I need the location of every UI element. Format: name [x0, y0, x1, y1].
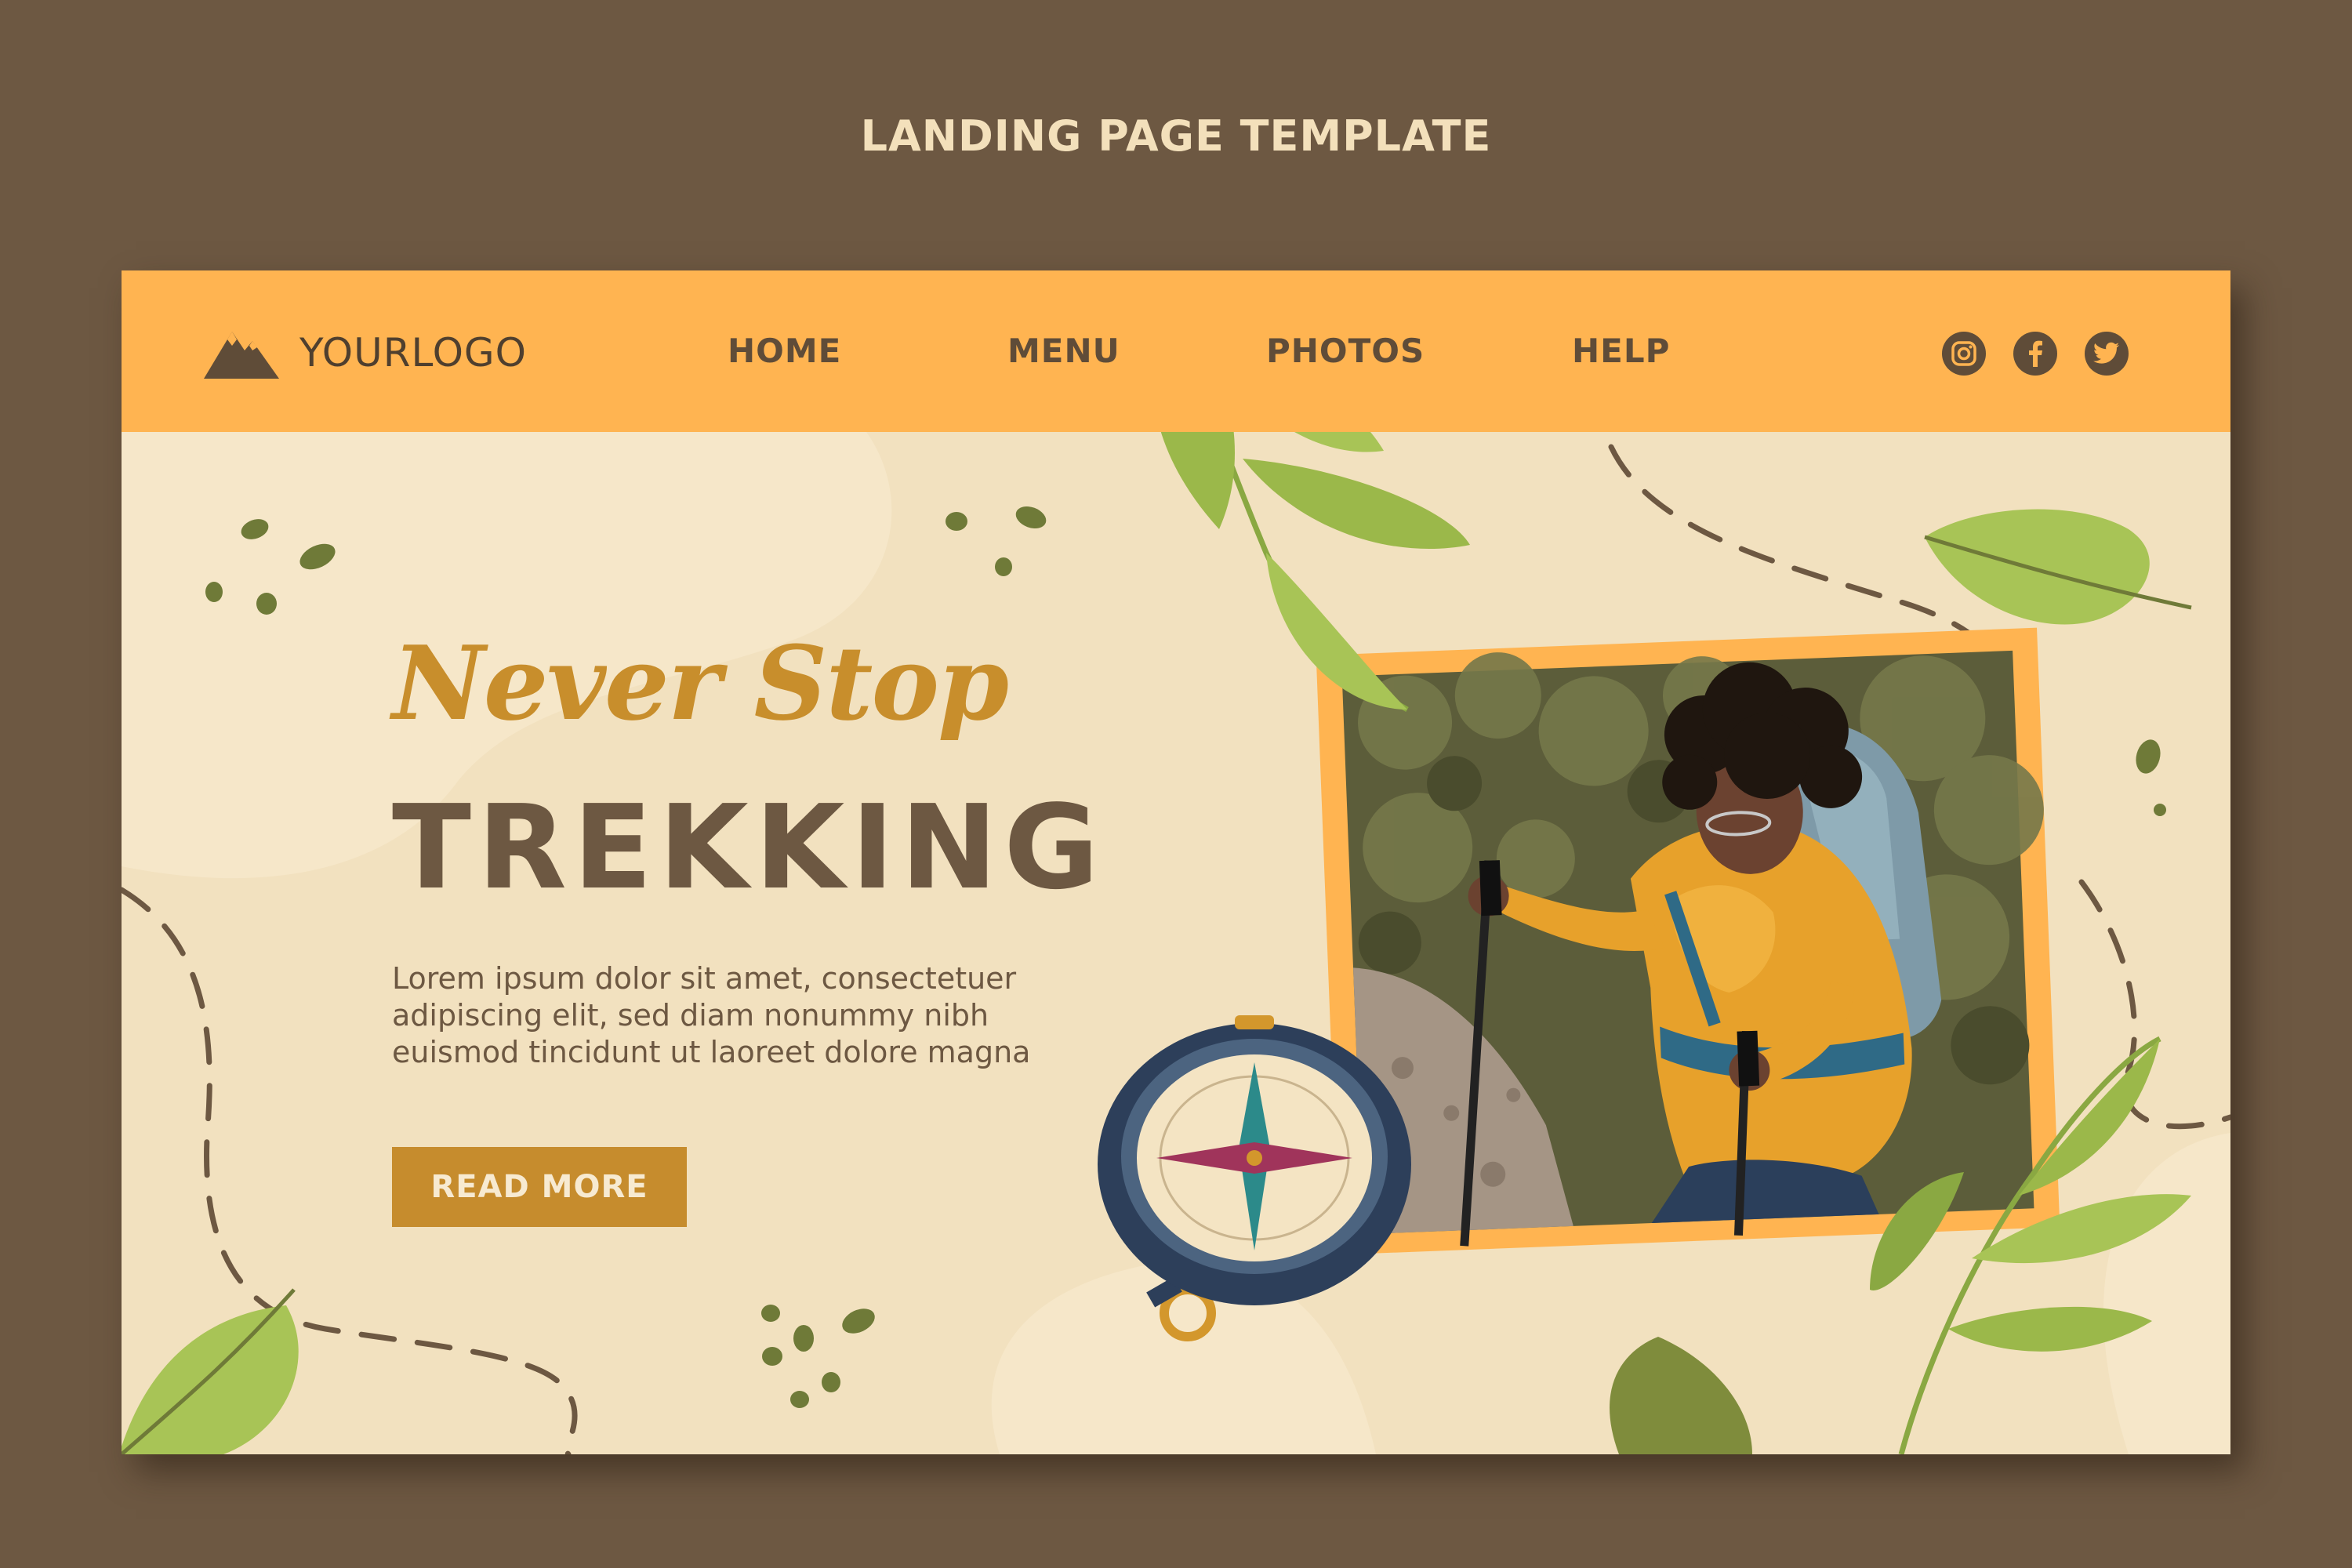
top-navbar: YOURLOGO HOME MENU PHOTOS HELP	[122, 270, 2230, 432]
hero-tagline: Never Stop	[392, 623, 1009, 743]
facebook-icon[interactable]	[2013, 332, 2057, 376]
site-logo[interactable]: YOURLOGO	[204, 327, 527, 379]
logo-text: YOURLOGO	[299, 330, 528, 376]
leaf-bottom-center	[1610, 1337, 1752, 1454]
read-more-button[interactable]: READ MORE	[392, 1147, 687, 1227]
page-caption: LANDING PAGE TEMPLATE	[860, 111, 1492, 161]
nav-menu[interactable]: MENU	[1007, 332, 1120, 370]
hero-headline: TREKKING	[392, 780, 1105, 915]
nav-help[interactable]: HELP	[1572, 332, 1670, 370]
leaf-top-right	[1924, 509, 2192, 625]
leaf-branch-bottom-right	[1870, 1036, 2191, 1454]
landing-page-card: YOURLOGO HOME MENU PHOTOS HELP Never Sto…	[122, 270, 2230, 1454]
leaf-bottom-left	[122, 1288, 299, 1454]
hero-body-text: Lorem ipsum dolor sit amet, consectetuer…	[392, 961, 1031, 1069]
twitter-icon[interactable]	[2085, 332, 2129, 376]
mountain-icon	[204, 332, 279, 379]
instagram-icon[interactable]	[1942, 332, 1986, 376]
nav-home[interactable]: HOME	[728, 332, 841, 370]
compass-illustration	[1098, 1015, 1411, 1341]
nav-photos[interactable]: PHOTOS	[1266, 332, 1425, 370]
